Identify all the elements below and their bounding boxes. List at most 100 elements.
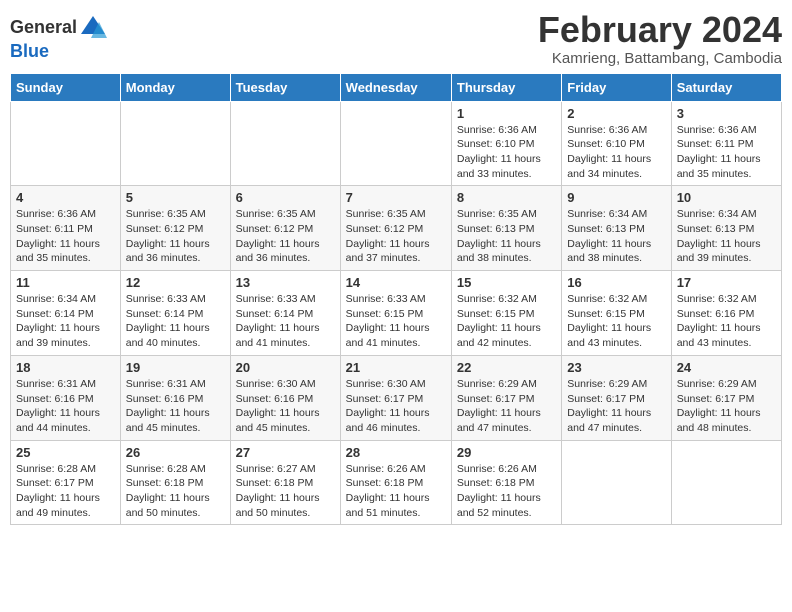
day-info: Sunrise: 6:35 AM Sunset: 6:12 PM Dayligh… — [346, 207, 446, 266]
day-cell-24: 24 Sunrise: 6:29 AM Sunset: 6:17 PM Dayli… — [671, 355, 781, 440]
day-cell-11: 11Sunrise: 6:34 AM Sunset: 6:14 PM Dayli… — [11, 271, 121, 356]
logo: General Blue — [10, 14, 107, 62]
empty-cell — [562, 440, 671, 525]
month-year-title: February 2024 — [538, 10, 782, 50]
day-number: 13 — [236, 275, 335, 290]
empty-cell — [340, 101, 451, 186]
day-number: 20 — [236, 360, 335, 375]
day-cell-12: 12 Sunrise: 6:33 AM Sunset: 6:14 PM Dayli… — [120, 271, 230, 356]
day-cell-21: 21 Sunrise: 6:30 AM Sunset: 6:17 PM Dayli… — [340, 355, 451, 440]
day-info: Sunrise: 6:33 AM Sunset: 6:14 PM Dayligh… — [236, 292, 335, 351]
day-cell-6: 6 Sunrise: 6:35 AM Sunset: 6:12 PM Daylig… — [230, 186, 340, 271]
empty-cell — [120, 101, 230, 186]
day-number: 27 — [236, 445, 335, 460]
day-number: 24 — [677, 360, 776, 375]
day-cell-1: 1 Sunrise: 6:36 AM Sunset: 6:10 PM Daylig… — [451, 101, 561, 186]
day-info: Sunrise: 6:36 AM Sunset: 6:11 PM Dayligh… — [677, 123, 776, 182]
day-info: Sunrise: 6:29 AM Sunset: 6:17 PM Dayligh… — [457, 377, 556, 436]
column-header-monday: Monday — [120, 73, 230, 101]
header: General Blue February 2024 Kamrieng, Bat… — [10, 10, 782, 67]
day-info: Sunrise: 6:33 AM Sunset: 6:14 PM Dayligh… — [126, 292, 225, 351]
day-info: Sunrise: 6:35 AM Sunset: 6:13 PM Dayligh… — [457, 207, 556, 266]
day-info: Sunrise: 6:27 AM Sunset: 6:18 PM Dayligh… — [236, 462, 335, 521]
location-subtitle: Kamrieng, Battambang, Cambodia — [538, 50, 782, 67]
day-number: 8 — [457, 190, 556, 205]
day-cell-16: 16 Sunrise: 6:32 AM Sunset: 6:15 PM Dayli… — [562, 271, 671, 356]
day-number: 16 — [567, 275, 665, 290]
day-number: 1 — [457, 106, 556, 121]
day-cell-7: 7 Sunrise: 6:35 AM Sunset: 6:12 PM Daylig… — [340, 186, 451, 271]
column-header-sunday: Sunday — [11, 73, 121, 101]
day-number: 14 — [346, 275, 446, 290]
calendar-week-1: 1 Sunrise: 6:36 AM Sunset: 6:10 PM Daylig… — [11, 101, 782, 186]
day-cell-20: 20Sunrise: 6:30 AM Sunset: 6:16 PM Dayli… — [230, 355, 340, 440]
day-number: 25 — [16, 445, 115, 460]
day-info: Sunrise: 6:35 AM Sunset: 6:12 PM Dayligh… — [236, 207, 335, 266]
day-info: Sunrise: 6:31 AM Sunset: 6:16 PM Dayligh… — [126, 377, 225, 436]
day-info: Sunrise: 6:36 AM Sunset: 6:10 PM Dayligh… — [567, 123, 665, 182]
day-info: Sunrise: 6:26 AM Sunset: 6:18 PM Dayligh… — [346, 462, 446, 521]
day-number: 7 — [346, 190, 446, 205]
day-info: Sunrise: 6:28 AM Sunset: 6:17 PM Dayligh… — [16, 462, 115, 521]
day-info: Sunrise: 6:29 AM Sunset: 6:17 PM Dayligh… — [567, 377, 665, 436]
day-cell-23: 23 Sunrise: 6:29 AM Sunset: 6:17 PM Dayli… — [562, 355, 671, 440]
day-number: 19 — [126, 360, 225, 375]
day-number: 2 — [567, 106, 665, 121]
day-info: Sunrise: 6:32 AM Sunset: 6:15 PM Dayligh… — [457, 292, 556, 351]
empty-cell — [11, 101, 121, 186]
day-number: 4 — [16, 190, 115, 205]
day-number: 12 — [126, 275, 225, 290]
day-cell-18: 18Sunrise: 6:31 AM Sunset: 6:16 PM Dayli… — [11, 355, 121, 440]
day-number: 22 — [457, 360, 556, 375]
column-header-wednesday: Wednesday — [340, 73, 451, 101]
day-cell-27: 27 Sunrise: 6:27 AM Sunset: 6:18 PM Dayli… — [230, 440, 340, 525]
day-number: 18 — [16, 360, 115, 375]
day-number: 10 — [677, 190, 776, 205]
column-header-friday: Friday — [562, 73, 671, 101]
logo-general-text: General — [10, 18, 77, 38]
column-header-saturday: Saturday — [671, 73, 781, 101]
day-number: 26 — [126, 445, 225, 460]
day-info: Sunrise: 6:28 AM Sunset: 6:18 PM Dayligh… — [126, 462, 225, 521]
day-number: 11 — [16, 275, 115, 290]
day-cell-4: 4Sunrise: 6:36 AM Sunset: 6:11 PM Daylig… — [11, 186, 121, 271]
day-info: Sunrise: 6:35 AM Sunset: 6:12 PM Dayligh… — [126, 207, 225, 266]
day-info: Sunrise: 6:29 AM Sunset: 6:17 PM Dayligh… — [677, 377, 776, 436]
column-header-thursday: Thursday — [451, 73, 561, 101]
day-cell-15: 15 Sunrise: 6:32 AM Sunset: 6:15 PM Dayli… — [451, 271, 561, 356]
day-cell-2: 2 Sunrise: 6:36 AM Sunset: 6:10 PM Daylig… — [562, 101, 671, 186]
calendar-table: SundayMondayTuesdayWednesdayThursdayFrid… — [10, 73, 782, 526]
empty-cell — [230, 101, 340, 186]
day-cell-22: 22 Sunrise: 6:29 AM Sunset: 6:17 PM Dayli… — [451, 355, 561, 440]
day-cell-26: 26 Sunrise: 6:28 AM Sunset: 6:18 PM Dayli… — [120, 440, 230, 525]
day-info: Sunrise: 6:34 AM Sunset: 6:13 PM Dayligh… — [567, 207, 665, 266]
day-info: Sunrise: 6:30 AM Sunset: 6:17 PM Dayligh… — [346, 377, 446, 436]
day-number: 6 — [236, 190, 335, 205]
title-area: February 2024 Kamrieng, Battambang, Camb… — [538, 10, 782, 67]
day-info: Sunrise: 6:26 AM Sunset: 6:18 PM Dayligh… — [457, 462, 556, 521]
column-header-tuesday: Tuesday — [230, 73, 340, 101]
day-number: 23 — [567, 360, 665, 375]
calendar-week-2: 4Sunrise: 6:36 AM Sunset: 6:11 PM Daylig… — [11, 186, 782, 271]
empty-cell — [671, 440, 781, 525]
day-number: 9 — [567, 190, 665, 205]
day-info: Sunrise: 6:36 AM Sunset: 6:10 PM Dayligh… — [457, 123, 556, 182]
logo-icon — [79, 14, 107, 42]
day-cell-9: 9 Sunrise: 6:34 AM Sunset: 6:13 PM Daylig… — [562, 186, 671, 271]
day-info: Sunrise: 6:34 AM Sunset: 6:13 PM Dayligh… — [677, 207, 776, 266]
day-info: Sunrise: 6:33 AM Sunset: 6:15 PM Dayligh… — [346, 292, 446, 351]
day-info: Sunrise: 6:32 AM Sunset: 6:15 PM Dayligh… — [567, 292, 665, 351]
calendar-week-5: 25 Sunrise: 6:28 AM Sunset: 6:17 PM Dayli… — [11, 440, 782, 525]
day-number: 29 — [457, 445, 556, 460]
day-cell-29: 29 Sunrise: 6:26 AM Sunset: 6:18 PM Dayli… — [451, 440, 561, 525]
calendar-week-3: 11Sunrise: 6:34 AM Sunset: 6:14 PM Dayli… — [11, 271, 782, 356]
day-cell-17: 17Sunrise: 6:32 AM Sunset: 6:16 PM Dayli… — [671, 271, 781, 356]
day-number: 21 — [346, 360, 446, 375]
day-cell-8: 8 Sunrise: 6:35 AM Sunset: 6:13 PM Daylig… — [451, 186, 561, 271]
day-cell-25: 25 Sunrise: 6:28 AM Sunset: 6:17 PM Dayli… — [11, 440, 121, 525]
day-number: 17 — [677, 275, 776, 290]
day-cell-5: 5Sunrise: 6:35 AM Sunset: 6:12 PM Daylig… — [120, 186, 230, 271]
day-cell-14: 14 Sunrise: 6:33 AM Sunset: 6:15 PM Dayli… — [340, 271, 451, 356]
day-number: 15 — [457, 275, 556, 290]
day-cell-10: 10 Sunrise: 6:34 AM Sunset: 6:13 PM Dayli… — [671, 186, 781, 271]
